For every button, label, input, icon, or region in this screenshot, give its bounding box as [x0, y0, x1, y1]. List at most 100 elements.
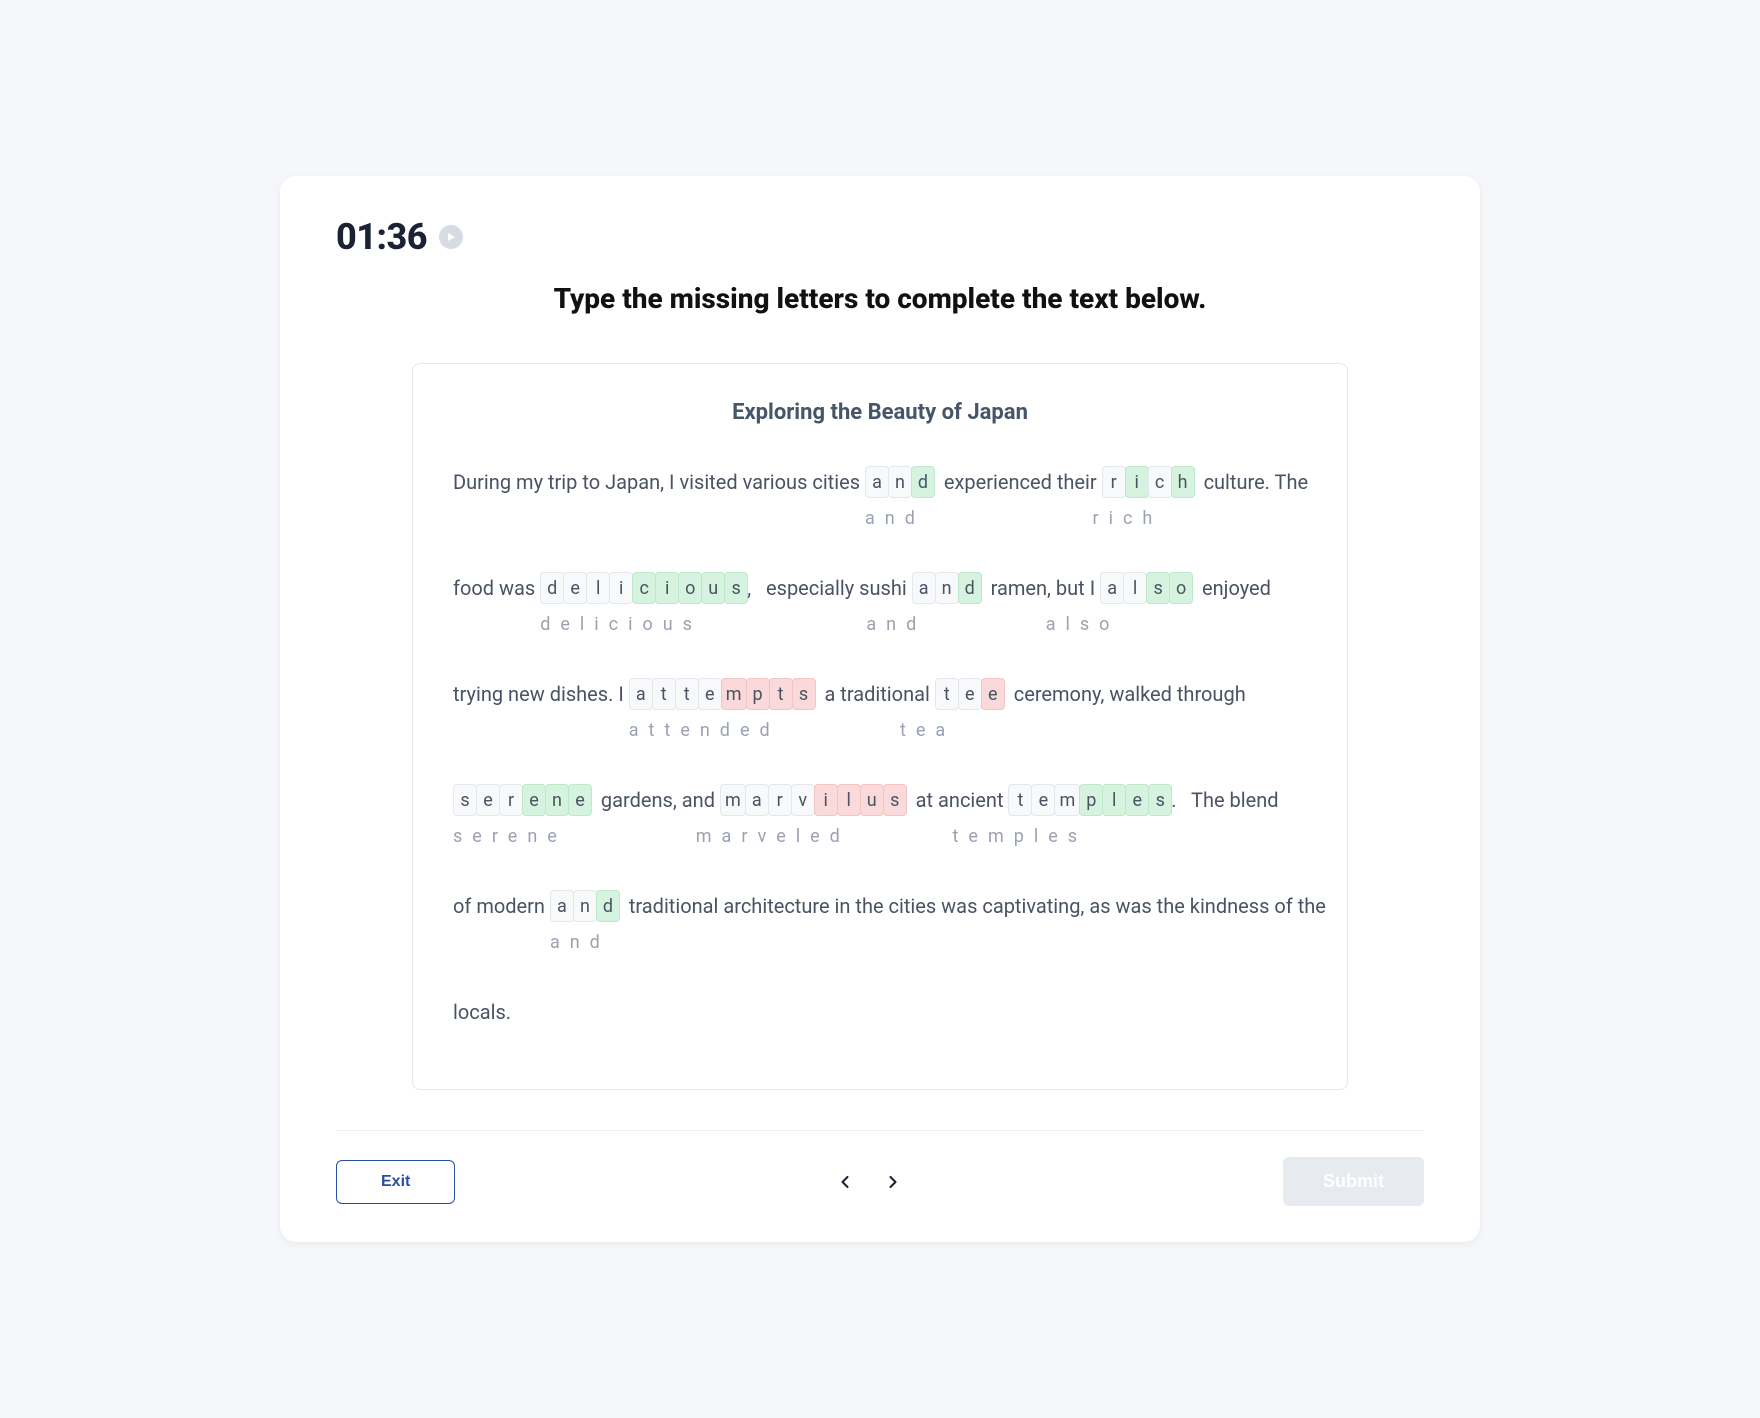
blank-slot[interactable]: tee — [935, 678, 1004, 710]
letter-box[interactable]: s — [883, 784, 907, 816]
blank-slot[interactable]: serene — [453, 784, 591, 816]
exercise-card: 01:36 Type the missing letters to comple… — [280, 176, 1480, 1242]
letter-box[interactable]: r — [1102, 466, 1126, 498]
answer-text: marveled — [696, 823, 850, 857]
letter-box[interactable]: n — [545, 784, 569, 816]
letter-box[interactable]: o — [678, 572, 702, 604]
blank-slot[interactable]: temples — [1008, 784, 1171, 816]
letter-box[interactable]: a — [629, 678, 653, 710]
answer-text: rich — [1093, 505, 1163, 539]
answer-line: serene gardens, and marveled at ancient … — [453, 823, 1307, 857]
letter-box[interactable]: e — [563, 572, 587, 604]
letter-box[interactable]: t — [1008, 784, 1032, 816]
letter-box[interactable]: c — [1148, 466, 1172, 498]
letter-box[interactable]: l — [1102, 784, 1126, 816]
letter-box[interactable]: a — [1100, 572, 1124, 604]
letter-box[interactable]: d — [596, 890, 620, 922]
text-segment: a traditional — [815, 677, 935, 711]
letter-box[interactable]: l — [1123, 572, 1147, 604]
letter-box[interactable]: c — [632, 572, 656, 604]
blank-slot[interactable]: and — [550, 890, 619, 922]
letter-box[interactable]: l — [586, 572, 610, 604]
letter-box[interactable]: m — [1054, 784, 1080, 816]
blank-slot[interactable]: and — [865, 466, 934, 498]
blank-slot[interactable]: also — [1100, 572, 1192, 604]
text-segment: experienced their — [934, 465, 1102, 499]
letter-box[interactable]: p — [1079, 784, 1103, 816]
answer-line: food was delicious, especially sushi and… — [453, 611, 1307, 645]
exit-button[interactable]: Exit — [336, 1160, 455, 1204]
letter-box[interactable]: t — [652, 678, 676, 710]
answer-text: delicious — [540, 611, 702, 645]
letter-box[interactable]: d — [958, 572, 982, 604]
letter-box[interactable]: i — [1125, 466, 1149, 498]
letter-box[interactable]: s — [1148, 784, 1172, 816]
letter-box[interactable]: t — [769, 678, 793, 710]
letter-box[interactable]: r — [499, 784, 523, 816]
chevron-right-icon[interactable] — [883, 1172, 903, 1192]
letter-box[interactable]: p — [746, 678, 770, 710]
answer-text: and — [866, 611, 926, 645]
nav-controls — [835, 1172, 903, 1192]
letter-box[interactable]: e — [958, 678, 982, 710]
blank-slot[interactable]: and — [912, 572, 981, 604]
text-segment: food was — [453, 571, 540, 605]
text-segment: gardens, and — [591, 783, 720, 817]
letter-box[interactable]: d — [911, 466, 935, 498]
blank-slot[interactable]: delicious — [540, 572, 747, 604]
letter-box[interactable]: a — [550, 890, 574, 922]
blank-slot[interactable]: attempts — [629, 678, 815, 710]
letter-box[interactable]: m — [721, 678, 747, 710]
letter-box[interactable]: e — [698, 678, 722, 710]
line-pair: of modern and traditional architecture i… — [453, 889, 1307, 963]
answer-text: and — [865, 505, 925, 539]
prompt-text: Type the missing letters to complete the… — [336, 282, 1424, 315]
letter-box[interactable]: n — [888, 466, 912, 498]
letter-box[interactable]: a — [912, 572, 936, 604]
text-segment: , especially sushi — [747, 571, 911, 605]
letter-box[interactable]: e — [981, 678, 1005, 710]
letter-box[interactable]: i — [655, 572, 679, 604]
letter-box[interactable]: r — [768, 784, 792, 816]
letter-box[interactable]: s — [724, 572, 748, 604]
letter-box[interactable]: e — [1125, 784, 1149, 816]
submit-button[interactable]: Submit — [1283, 1157, 1424, 1206]
blank-slot[interactable]: rich — [1102, 466, 1194, 498]
blank-slot[interactable]: marvilus — [720, 784, 906, 816]
letter-box[interactable]: a — [745, 784, 769, 816]
letter-box[interactable]: n — [573, 890, 597, 922]
play-icon[interactable] — [439, 225, 463, 249]
text-segment: enjoyed — [1192, 571, 1271, 605]
letter-box[interactable]: d — [540, 572, 564, 604]
letter-box[interactable]: e — [476, 784, 500, 816]
letter-box[interactable]: v — [791, 784, 815, 816]
letter-box[interactable]: n — [935, 572, 959, 604]
letter-box[interactable]: m — [720, 784, 746, 816]
letter-box[interactable]: e — [522, 784, 546, 816]
divider — [336, 1130, 1424, 1131]
letter-box[interactable]: e — [1031, 784, 1055, 816]
letter-box[interactable]: u — [860, 784, 884, 816]
letter-box[interactable]: s — [453, 784, 477, 816]
letter-box[interactable]: i — [609, 572, 633, 604]
answer-text: also — [1046, 611, 1120, 645]
letter-box[interactable]: s — [1146, 572, 1170, 604]
flow-line: locals. — [453, 995, 1307, 1029]
chevron-left-icon[interactable] — [835, 1172, 855, 1192]
text-segment: ramen, but I — [981, 571, 1100, 605]
letter-box[interactable]: s — [792, 678, 816, 710]
letter-box[interactable]: t — [935, 678, 959, 710]
letter-box[interactable]: l — [837, 784, 861, 816]
answer-text: attended — [629, 717, 780, 751]
letter-box[interactable]: a — [865, 466, 889, 498]
letter-box[interactable]: h — [1171, 466, 1195, 498]
letter-box[interactable]: u — [701, 572, 725, 604]
text-segment: ceremony, walked through — [1004, 677, 1246, 711]
answer-text: tea — [900, 717, 955, 751]
letter-box[interactable]: o — [1169, 572, 1193, 604]
letter-box[interactable]: t — [675, 678, 699, 710]
flow-line: food was delicious, especially sushi and… — [453, 571, 1307, 605]
letter-box[interactable]: e — [568, 784, 592, 816]
letter-box[interactable]: i — [814, 784, 838, 816]
line-pair: During my trip to Japan, I visited vario… — [453, 465, 1307, 539]
